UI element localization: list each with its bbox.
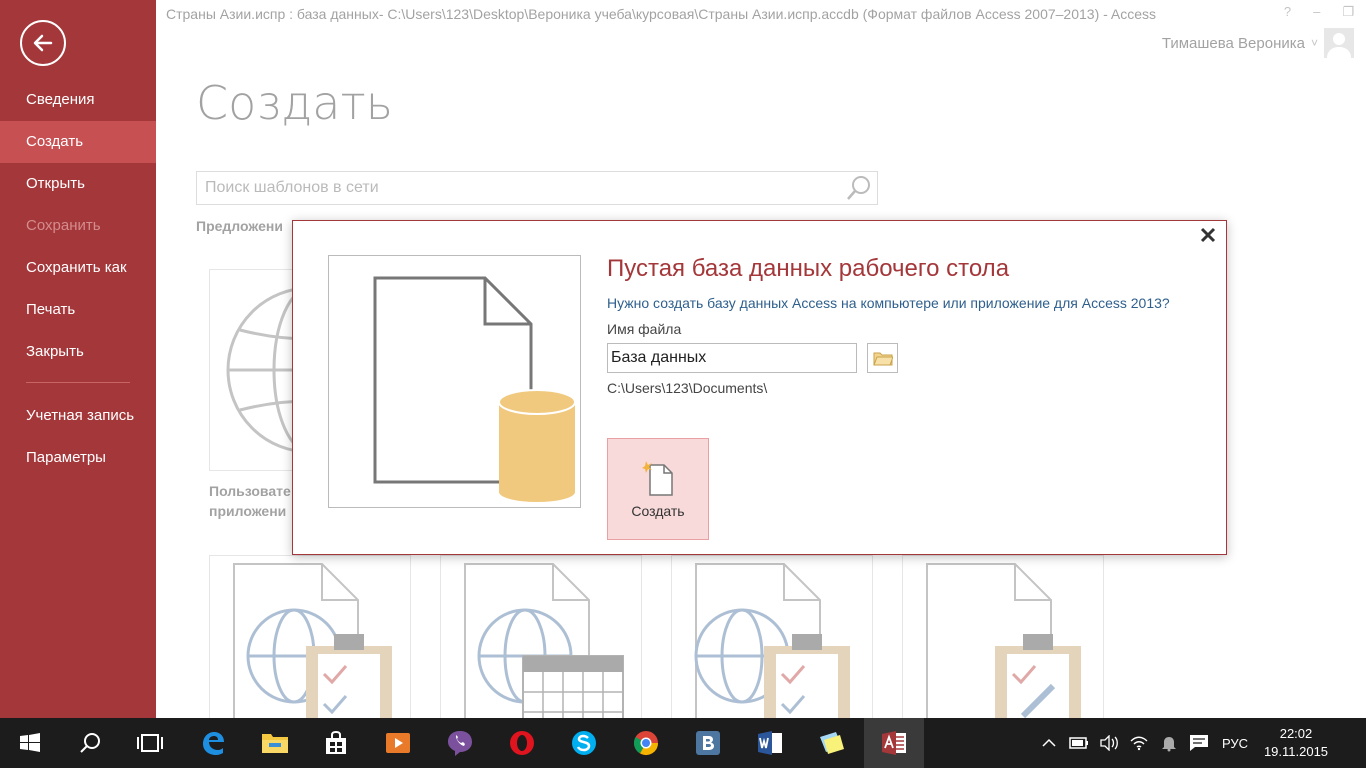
chevron-up-icon[interactable] <box>1034 718 1064 768</box>
access-taskbar-button[interactable] <box>864 718 924 768</box>
action-center-icon[interactable] <box>1336 718 1366 768</box>
windows-logo-icon <box>20 733 40 752</box>
close-icon <box>1200 227 1216 243</box>
wifi-icon[interactable] <box>1124 718 1154 768</box>
clock-time: 22:02 <box>1279 726 1313 741</box>
store-taskbar-button[interactable] <box>306 718 366 768</box>
nav-item-save-as[interactable]: Сохранить как <box>0 247 156 289</box>
sticky-notes-icon <box>820 732 844 754</box>
file-explorer-taskbar-button[interactable] <box>245 718 305 768</box>
word-icon <box>758 731 782 755</box>
volume-icon[interactable] <box>1094 718 1124 768</box>
chrome-icon <box>633 731 658 756</box>
create-button-label: Создать <box>631 503 685 519</box>
task-view-icon <box>137 734 163 752</box>
search-icon <box>80 733 100 753</box>
sticky-notes-taskbar-button[interactable] <box>802 718 862 768</box>
store-icon <box>326 730 346 754</box>
media-player-icon <box>386 733 410 753</box>
viber-icon <box>448 731 472 756</box>
notification-bell-icon[interactable] <box>1154 718 1184 768</box>
vk-taskbar-button[interactable] <box>678 718 738 768</box>
create-button[interactable]: Создать <box>607 438 709 540</box>
system-tray: РУС 22:02 19.11.2015 <box>1034 718 1366 768</box>
folder-icon <box>872 352 893 366</box>
nav-item-print[interactable]: Печать <box>0 289 156 331</box>
filename-input[interactable] <box>607 343 857 373</box>
start-button[interactable] <box>0 718 60 768</box>
word-taskbar-button[interactable] <box>740 718 800 768</box>
browse-folder-button[interactable] <box>867 343 898 373</box>
clock-date: 19.11.2015 <box>1263 744 1329 759</box>
nav-item-info[interactable]: Сведения <box>0 79 156 121</box>
media-player-taskbar-button[interactable] <box>368 718 428 768</box>
file-path: C:\Users\123\Documents\ <box>607 380 768 396</box>
nav-item-close[interactable]: Закрыть <box>0 331 156 373</box>
message-icon[interactable] <box>1184 718 1214 768</box>
skype-taskbar-button[interactable] <box>554 718 614 768</box>
filename-label: Имя файла <box>607 321 682 337</box>
windows-taskbar: РУС 22:02 19.11.2015 <box>0 718 1366 768</box>
back-button[interactable] <box>20 20 66 66</box>
close-button[interactable] <box>1198 225 1218 245</box>
search-taskbar-button[interactable] <box>60 718 120 768</box>
edge-taskbar-button[interactable] <box>183 718 243 768</box>
nav-divider <box>26 382 130 383</box>
web-app-question-link[interactable]: Нужно создать базу данных Access на комп… <box>607 295 1170 311</box>
arrow-left-icon <box>33 34 53 52</box>
blank-database-icon <box>373 276 576 502</box>
skype-icon <box>572 731 596 755</box>
nav-item-save: Сохранить <box>26 217 101 234</box>
chrome-taskbar-button[interactable] <box>616 718 676 768</box>
new-file-icon <box>642 461 673 496</box>
dialog-title: Пустая база данных рабочего стола <box>607 255 1010 282</box>
nav-item-open[interactable]: Открыть <box>0 163 156 205</box>
edge-icon <box>203 732 224 755</box>
access-icon <box>882 731 906 755</box>
vk-icon <box>696 731 720 755</box>
database-preview <box>328 255 581 508</box>
clock[interactable]: 22:02 19.11.2015 <box>1256 725 1336 761</box>
folder-icon <box>262 734 288 753</box>
input-language[interactable]: РУС <box>1214 736 1256 751</box>
task-view-button[interactable] <box>120 718 180 768</box>
nav-item-options[interactable]: Параметры <box>0 437 156 479</box>
battery-icon[interactable] <box>1064 718 1094 768</box>
nav-item-new[interactable]: Создать <box>0 121 156 163</box>
new-database-dialog: Пустая база данных рабочего стола Нужно … <box>292 220 1227 555</box>
backstage-nav: Сведения Создать Открыть Сохранить Сохра… <box>0 0 156 718</box>
opera-icon <box>510 731 534 755</box>
nav-item-account[interactable]: Учетная запись <box>0 395 156 437</box>
opera-taskbar-button[interactable] <box>492 718 552 768</box>
viber-taskbar-button[interactable] <box>430 718 490 768</box>
